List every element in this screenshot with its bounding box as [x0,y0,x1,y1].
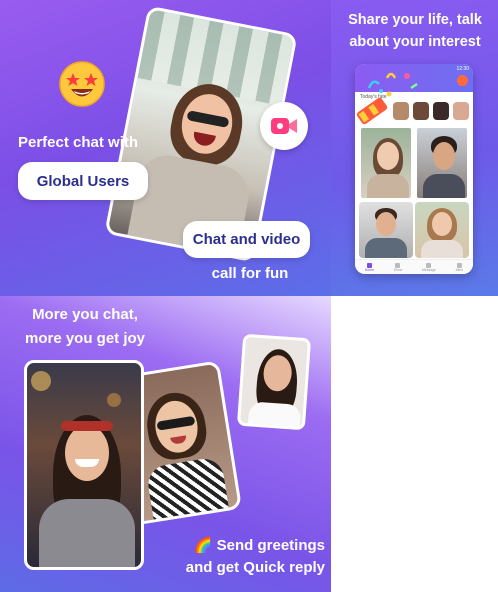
nav-message-label: Message [421,267,437,272]
nav-home-label: Home [364,267,375,272]
nav-show-label: Show [393,267,403,272]
headline-perfect-chat: Perfect chat with [18,134,139,151]
profile-photo-dark-hair-woman [236,333,312,431]
profile-card-woman-blonde[interactable] [415,202,469,258]
nav-mine-label: Mine [455,267,464,272]
nav-message[interactable]: Message [421,262,437,272]
app-avatar[interactable] [457,75,468,86]
chat-and-video-badge: Chat and video [183,221,310,258]
promo-panel-global-chat: Perfect chat with Global Users Chat and … [0,0,331,296]
profile-photo-bandana-woman [24,360,144,570]
headline-more-chat-line2: more you get joy [24,330,146,347]
footer-send-greetings: 🌈 Send greetings [193,537,325,554]
video-camera-icon [260,102,308,150]
nav-home[interactable]: Home [364,262,375,272]
nav-mine[interactable]: Mine [455,262,464,272]
headline-share-line1: Share your life, talk [348,12,482,28]
status-time: 12:30 [456,66,469,72]
profile-card-smiling-woman[interactable] [359,126,413,200]
profile-card-man-sweater[interactable] [359,202,413,258]
promo-panel-more-joy: More you chat, more you get joy 🌈 Send g… [0,296,331,592]
headline-share-line2: about your interest [349,34,481,50]
confetti-decoration [365,68,425,98]
footer-quick-reply: and get Quick reply [185,559,325,576]
global-users-badge: Global Users [18,162,148,200]
nav-show[interactable]: Show [393,262,403,272]
promo-panel-share-life: Share your life, talk about your interes… [331,0,498,296]
profile-card-young-man[interactable] [415,126,469,200]
bottom-nav: Home Show Message Mine [355,259,473,274]
headline-more-chat-line1: More you chat, [32,306,138,323]
subline-call-for-fun: call for fun [211,265,289,282]
star-struck-emoji-icon [58,60,106,108]
blank-area [331,296,498,592]
